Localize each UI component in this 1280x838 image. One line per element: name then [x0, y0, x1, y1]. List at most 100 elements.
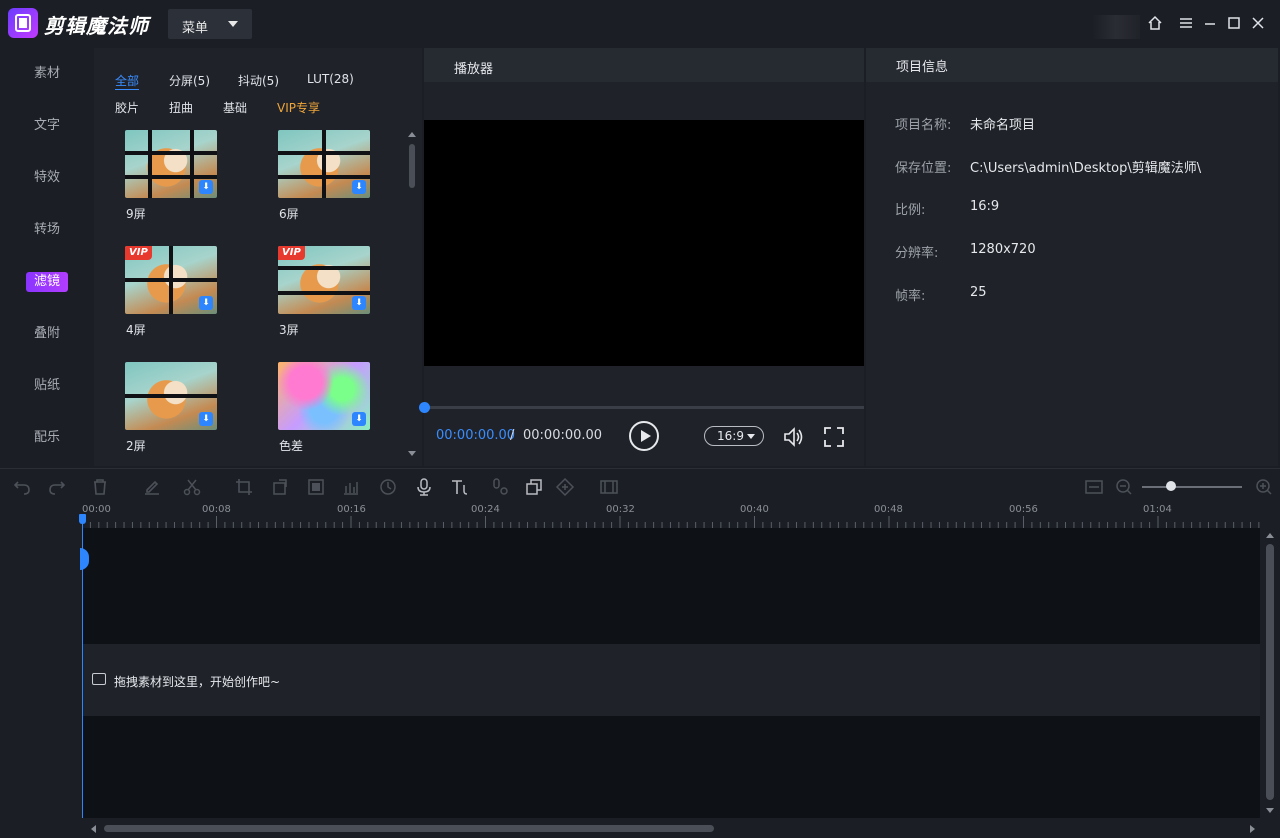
menu-button-label: 菜单: [182, 21, 209, 36]
maximize-icon[interactable]: [1225, 14, 1243, 32]
nav-item-transition[interactable]: 转场: [0, 212, 94, 248]
text-to-speech-icon[interactable]: [450, 477, 470, 497]
minimize-icon[interactable]: [1201, 14, 1219, 32]
filter-thumb-2-screen[interactable]: ⬇: [125, 362, 217, 430]
scrollbar-thumb[interactable]: [104, 825, 714, 832]
current-time: 00:00:00.00: [436, 428, 516, 443]
voice-change-icon[interactable]: [490, 477, 510, 497]
project-info-header: 项目信息: [866, 48, 1278, 82]
category-distort[interactable]: 扭曲: [169, 99, 193, 116]
track-video[interactable]: [82, 528, 1260, 644]
scroll-right-icon: [1250, 825, 1255, 833]
player-panel: 播放器 00:00:00.00 / 00:00:00.00 16:9: [419, 48, 864, 466]
ratio-value: 16:9: [970, 199, 1000, 214]
keyframe-icon[interactable]: [555, 477, 575, 497]
download-icon[interactable]: ⬇: [352, 412, 366, 426]
filter-label: 4屏: [126, 323, 146, 337]
freeze-frame-icon[interactable]: [599, 477, 619, 497]
playhead-marker[interactable]: [79, 514, 86, 524]
download-icon[interactable]: ⬇: [352, 180, 366, 194]
microphone-icon[interactable]: [414, 477, 434, 497]
scrollbar-thumb[interactable]: [409, 144, 415, 188]
scroll-down-icon: [408, 451, 416, 456]
delete-icon[interactable]: [90, 477, 110, 497]
progress-knob[interactable]: [419, 402, 430, 413]
category-all[interactable]: 全部: [115, 72, 140, 90]
timeline-vertical-scrollbar[interactable]: [1262, 528, 1278, 818]
volume-icon[interactable]: [782, 426, 806, 448]
video-preview[interactable]: [424, 120, 864, 366]
download-icon[interactable]: ⬇: [199, 296, 213, 310]
filter-thumb-6-screen[interactable]: ⬇: [278, 130, 370, 198]
nav-item-filter[interactable]: 滤镜: [0, 264, 94, 300]
nav-item-effects[interactable]: 特效: [0, 160, 94, 196]
category-film[interactable]: 胶片: [115, 99, 139, 116]
aspect-ratio-select[interactable]: 16:9: [704, 426, 764, 446]
scroll-left-icon: [91, 825, 96, 833]
split-icon[interactable]: [182, 477, 202, 497]
scrollbar-thumb[interactable]: [1266, 544, 1274, 800]
scroll-down-icon: [1266, 808, 1274, 813]
nav-item-overlay[interactable]: 叠附: [0, 316, 94, 352]
frame-rate-value: 25: [970, 285, 987, 300]
download-icon[interactable]: ⬇: [352, 296, 366, 310]
speed-clock-icon[interactable]: [378, 477, 398, 497]
undo-icon[interactable]: [12, 477, 32, 497]
redo-icon[interactable]: [47, 477, 67, 497]
zoom-slider-knob[interactable]: [1166, 481, 1176, 491]
track-audio[interactable]: [82, 716, 1260, 818]
filter-label: 3屏: [279, 323, 299, 337]
filter-thumb-9-screen[interactable]: ⬇: [125, 130, 217, 198]
nav-item-music[interactable]: 配乐: [0, 420, 94, 456]
hamburger-menu-icon[interactable]: [1177, 14, 1195, 32]
fit-timeline-icon[interactable]: [1084, 477, 1104, 497]
progress-bar[interactable]: [419, 402, 864, 413]
project-name-value: 未命名项目: [970, 118, 1036, 133]
menu-button[interactable]: 菜单: [168, 9, 252, 39]
chevron-down-icon: [747, 434, 755, 439]
category-split-screen[interactable]: 分屏(5): [169, 72, 210, 89]
tick-label: 01:04: [1143, 504, 1172, 515]
zoom-slider-track[interactable]: [1142, 486, 1242, 488]
app-title: 剪辑魔法师: [44, 14, 149, 38]
home-icon[interactable]: [1146, 14, 1164, 32]
nav-item-text[interactable]: 文字: [0, 108, 94, 144]
user-avatar-blurred[interactable]: [1092, 15, 1140, 39]
tick-label: 00:24: [471, 504, 500, 515]
category-vip[interactable]: VIP专享: [277, 99, 320, 116]
download-icon[interactable]: ⬇: [199, 180, 213, 194]
category-lut[interactable]: LUT(28): [307, 72, 354, 86]
category-shake[interactable]: 抖动(5): [238, 72, 279, 89]
rotate-icon[interactable]: [270, 477, 290, 497]
filter-label: 2屏: [126, 439, 146, 453]
filter-thumb-4-screen[interactable]: VIP ⬇: [125, 246, 217, 314]
nav-item-material[interactable]: 素材: [0, 56, 94, 92]
download-icon[interactable]: ⬇: [199, 412, 213, 426]
aspect-ratio-value: 16:9: [717, 429, 744, 443]
zoom-out-icon[interactable]: [1114, 477, 1134, 497]
player-header: 播放器: [424, 48, 864, 82]
zoom-in-icon[interactable]: [1254, 477, 1274, 497]
total-time: 00:00:00.00: [523, 428, 603, 443]
filter-thumb-3-screen[interactable]: VIP ⬇: [278, 246, 370, 314]
mosaic-icon[interactable]: [306, 477, 326, 497]
filter-thumb-chromatic[interactable]: ⬇: [278, 362, 370, 430]
copy-icon[interactable]: [524, 477, 544, 497]
fullscreen-icon[interactable]: [823, 426, 845, 448]
timeline-ruler[interactable]: 00:00 00:08 00:16 00:24 00:32 00:40 00:4…: [82, 504, 1260, 528]
save-location-value: C:\Users\admin\Desktop\剪辑魔法师\: [970, 161, 1202, 176]
filter-panel: 全部 分屏(5) 抖动(5) LUT(28) 胶片 扭曲 基础 VIP专享 ⬇ …: [94, 48, 422, 466]
edit-icon[interactable]: [142, 477, 162, 497]
tick-label: 00:56: [1009, 504, 1038, 515]
project-info-panel: 项目信息 项目名称: 未命名项目 保存位置: C:\Users\admin\De…: [866, 48, 1278, 466]
timeline-horizontal-scrollbar[interactable]: [82, 820, 1260, 838]
filter-scrollbar[interactable]: [408, 128, 416, 458]
crop-icon[interactable]: [234, 477, 254, 497]
filter-label: 9屏: [126, 207, 146, 221]
tick-label: 00:40: [740, 504, 769, 515]
close-icon[interactable]: [1249, 14, 1267, 32]
category-basic[interactable]: 基础: [223, 99, 247, 116]
play-button[interactable]: [629, 421, 659, 451]
audio-eq-icon[interactable]: [341, 477, 361, 497]
nav-item-sticker[interactable]: 贴纸: [0, 368, 94, 404]
